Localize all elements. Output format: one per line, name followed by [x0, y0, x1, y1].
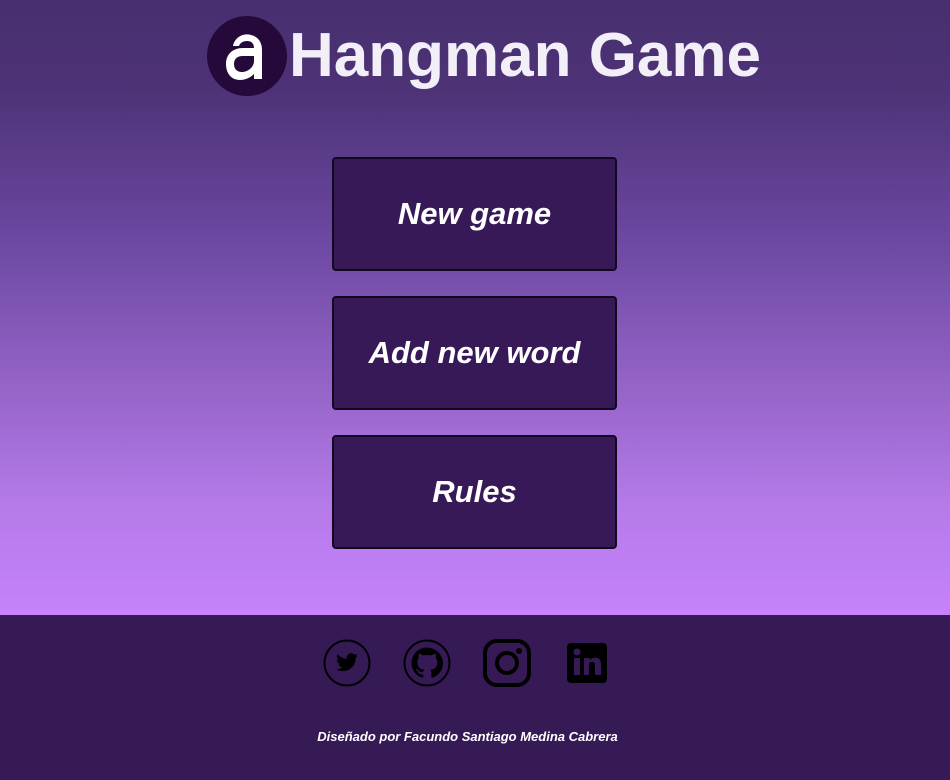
footer-credit: Diseñado por Facundo Santiago Medina Cab…: [317, 729, 618, 744]
rules-button[interactable]: Rules: [332, 435, 617, 549]
page-title: Hangman Game: [289, 21, 762, 90]
footer: [0, 615, 950, 780]
linkedin-icon[interactable]: [563, 639, 611, 687]
twitter-icon[interactable]: [323, 639, 371, 687]
github-icon[interactable]: [403, 639, 451, 687]
header: Hangman Game: [207, 16, 761, 96]
main-area: Hangman Game New game Add new word Rules: [0, 0, 950, 615]
add-new-word-button[interactable]: Add new word: [332, 296, 617, 410]
instagram-icon[interactable]: [483, 639, 531, 687]
new-game-button[interactable]: New game: [332, 157, 617, 271]
alura-logo-icon: [207, 16, 287, 96]
